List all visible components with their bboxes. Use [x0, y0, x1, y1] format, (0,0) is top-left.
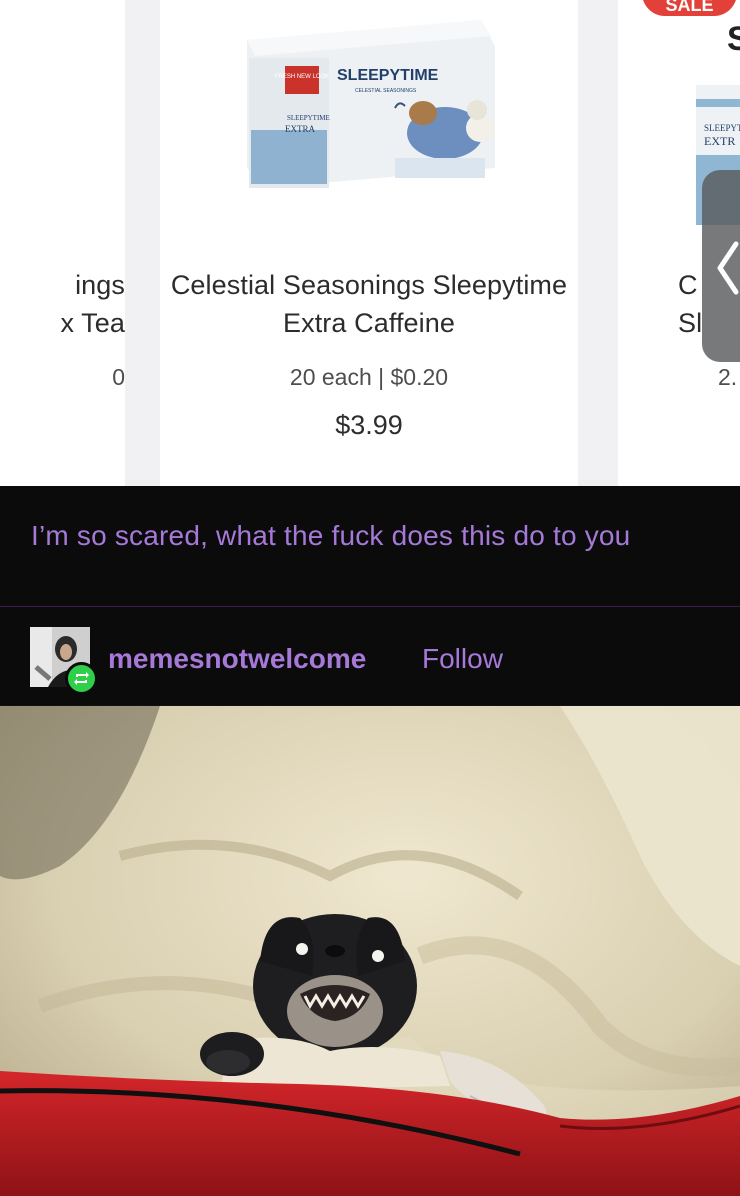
svg-text:EXTRA: EXTRA: [285, 124, 315, 134]
username-link[interactable]: memesnotwelcome: [108, 643, 366, 675]
svg-text:FRESH NEW LOOK: FRESH NEW LOOK: [275, 74, 329, 80]
product-title-right[interactable]: C Sl: [678, 266, 702, 342]
product-title-left[interactable]: ings x Tea: [60, 266, 125, 342]
reblog-user-row: memesnotwelcome Follow: [0, 607, 740, 705]
product-image-sleepytime[interactable]: FRESH NEW LOOK SLEEPYTIME CELESTIAL SEAS…: [245, 18, 495, 190]
svg-text:SLEEPYTIME: SLEEPYTIME: [287, 114, 330, 122]
product-unit-price: 20 each | $0.20: [289, 364, 449, 390]
svg-text:SLEEPYTIME: SLEEPYTIME: [337, 67, 439, 84]
post-text: I’m so scared, what the fuck does this d…: [31, 520, 631, 551]
svg-text:EXTR: EXTR: [704, 134, 735, 148]
shop-section: ings x Tea 0 FRESH NEW LOOK SLEEPYTIME C…: [0, 0, 740, 486]
sale-badge: SALE: [642, 0, 737, 16]
add-to-cart-icon[interactable]: [522, 0, 562, 8]
product-image-left: [0, 30, 4, 165]
add-to-cart-icon[interactable]: [60, 0, 100, 8]
svg-text:CELESTIAL SEASONINGS: CELESTIAL SEASONINGS: [355, 88, 417, 94]
follow-button[interactable]: Follow: [422, 643, 503, 675]
post-photo-dog-in-bed[interactable]: [0, 706, 740, 1196]
reblog-icon: [65, 662, 98, 695]
svg-text:SLEEPYT: SLEEPYT: [704, 123, 740, 133]
product-unit-left: 0: [112, 364, 125, 390]
dog-photo: [0, 706, 740, 1196]
chevron-left-icon: [717, 241, 739, 295]
post-caption: I’m so scared, what the fuck does this d…: [0, 486, 740, 607]
product-card-left[interactable]: ings x Tea 0: [0, 0, 125, 486]
product-title-sleepytime[interactable]: Celestial Seasonings Sleepytime Extra Ca…: [160, 266, 578, 342]
product-unit-right: 2.: [718, 364, 738, 390]
side-drawer-tab[interactable]: [702, 170, 740, 362]
product-card-sleepytime[interactable]: FRESH NEW LOOK SLEEPYTIME CELESTIAL SEAS…: [160, 0, 578, 486]
product-title-fragment: S: [727, 20, 740, 58]
product-price: $3.99: [335, 410, 403, 440]
